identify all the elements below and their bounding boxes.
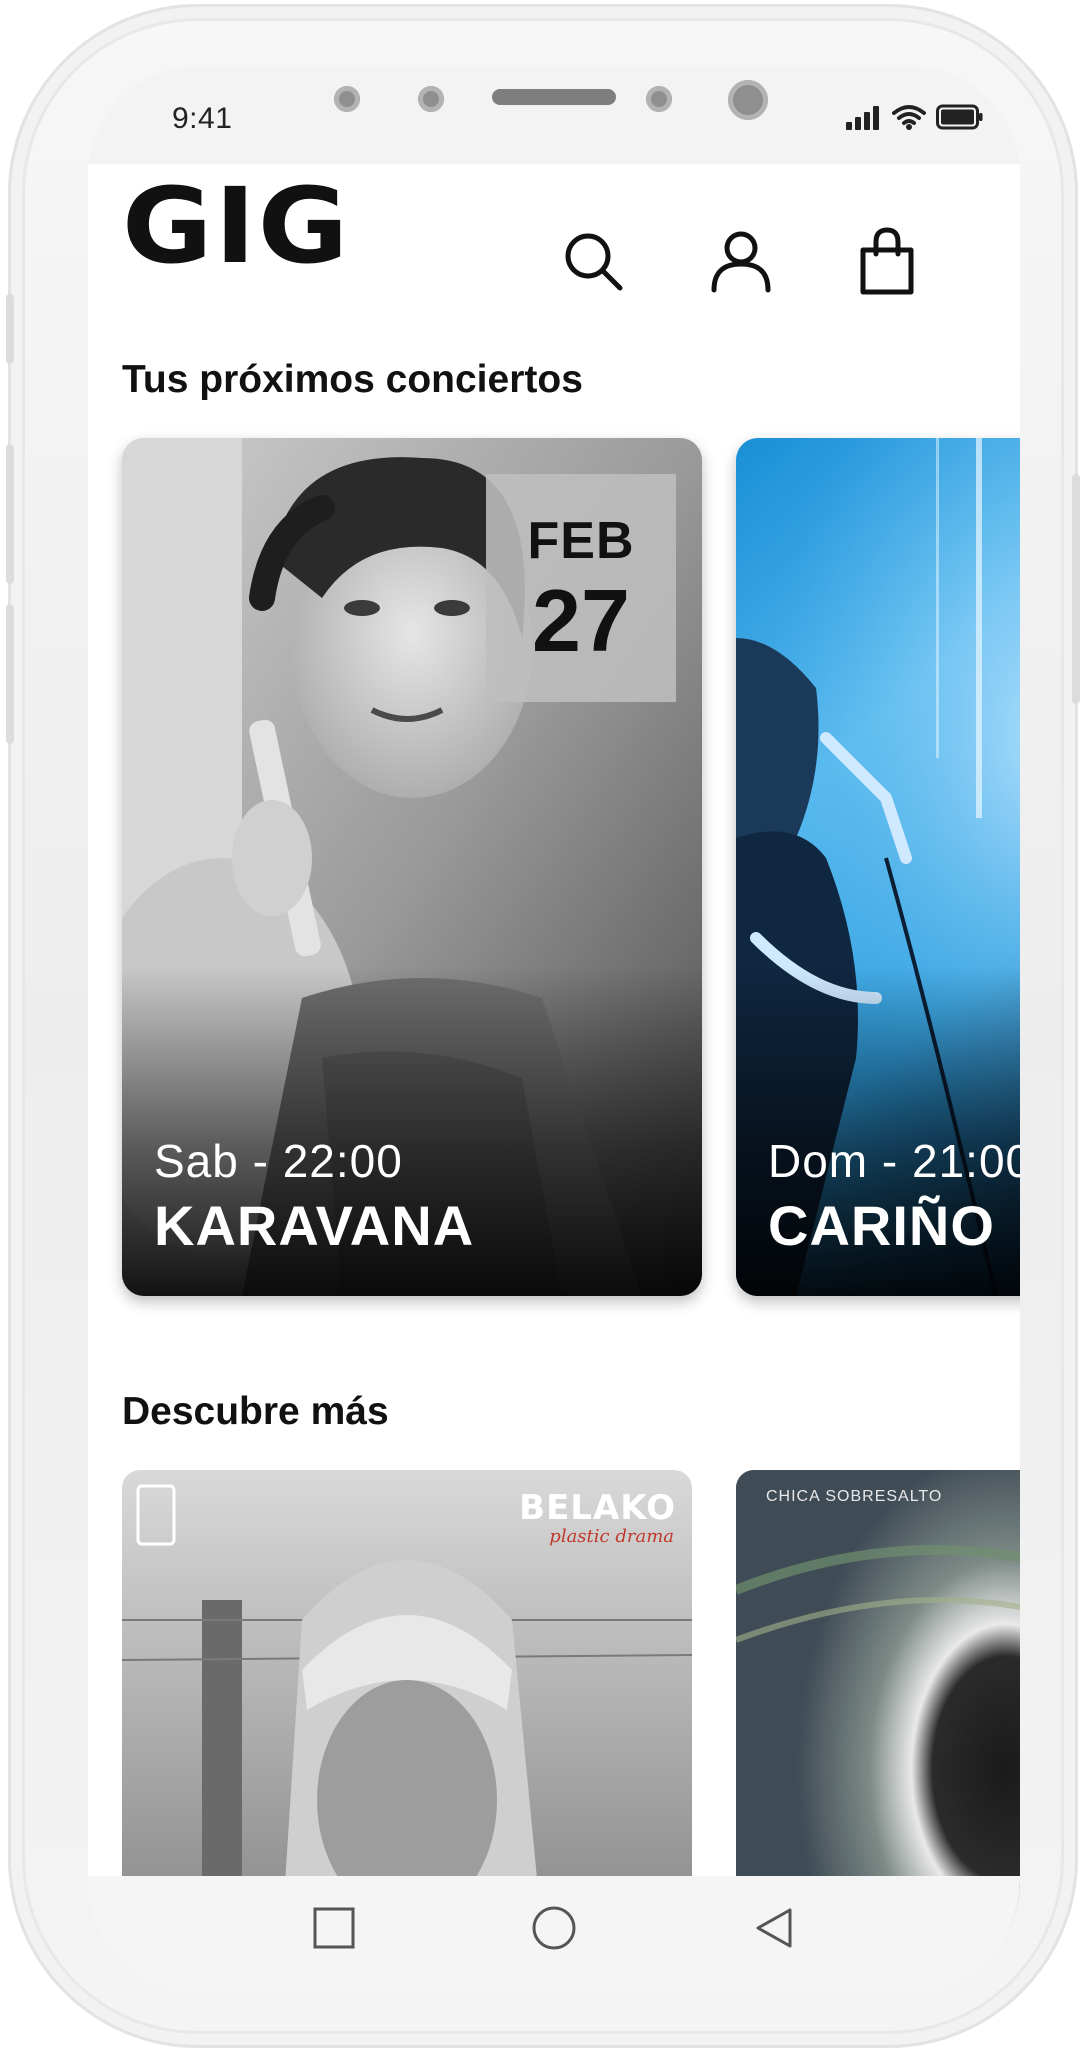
phone-volume-down [6, 604, 14, 744]
battery-icon [936, 104, 983, 130]
shopping-bag-icon[interactable] [852, 226, 922, 296]
home-circle-icon[interactable] [524, 1898, 584, 1958]
sensor-dot [418, 86, 444, 112]
discover-section-title: Descubre más [122, 1390, 389, 1433]
date-day: 27 [532, 571, 630, 670]
upcoming-section-title: Tus próximos conciertos [122, 358, 583, 401]
album-cover [736, 1470, 1020, 1930]
front-camera [728, 80, 768, 120]
phone-frame: 9:41 GIG Tus próximos conciertos FEB 27 … [6, 4, 1080, 2048]
concert-time: Sab - 22:00 [154, 1135, 403, 1187]
phone-power-button [1072, 474, 1080, 704]
album-artist: CHICA SOBRESALTO [766, 1488, 943, 1505]
date-month: FEB [527, 512, 635, 570]
sensor-dot [334, 86, 360, 112]
signal-icon [846, 106, 882, 130]
concert-artist: KARAVANA [154, 1194, 475, 1257]
phone-volume-up [6, 444, 14, 584]
album-artist: BELAKO [519, 1488, 676, 1528]
concert-time: Dom - 21:00 [768, 1135, 1020, 1187]
concert-card[interactable]: FEB 27 Sab - 22:00 KARAVANA [122, 438, 702, 1296]
status-icons [846, 104, 984, 130]
upcoming-concerts-carousel[interactable]: FEB 27 Sab - 22:00 KARAVANA Dom - 21:00 … [122, 438, 1020, 1298]
concert-artist: CARIÑO [768, 1194, 995, 1257]
back-triangle-icon[interactable] [744, 1898, 804, 1958]
recents-square-icon[interactable] [304, 1898, 364, 1958]
date-badge: FEB 27 [486, 474, 676, 702]
status-time: 9:41 [172, 102, 233, 135]
phone-side-button [6, 294, 14, 364]
album-title: plastic drama [549, 1526, 674, 1547]
sensor-dot [646, 86, 672, 112]
discover-carousel[interactable]: BELAKO plastic drama CHICA SOBRESALTO [122, 1470, 1020, 1930]
speaker-grille [492, 89, 616, 105]
navigation-bar [88, 1876, 1020, 1990]
concert-card[interactable]: Dom - 21:00 CARIÑO [736, 438, 1020, 1296]
search-icon[interactable] [558, 226, 628, 296]
app-logo[interactable]: GIG [122, 174, 350, 278]
user-icon[interactable] [706, 226, 776, 296]
wifi-icon [892, 105, 926, 130]
phone-screen: 9:41 GIG Tus próximos conciertos FEB 27 … [88, 66, 1020, 1990]
album-card[interactable]: CHICA SOBRESALTO [736, 1470, 1020, 1930]
album-card[interactable]: BELAKO plastic drama [122, 1470, 692, 1930]
